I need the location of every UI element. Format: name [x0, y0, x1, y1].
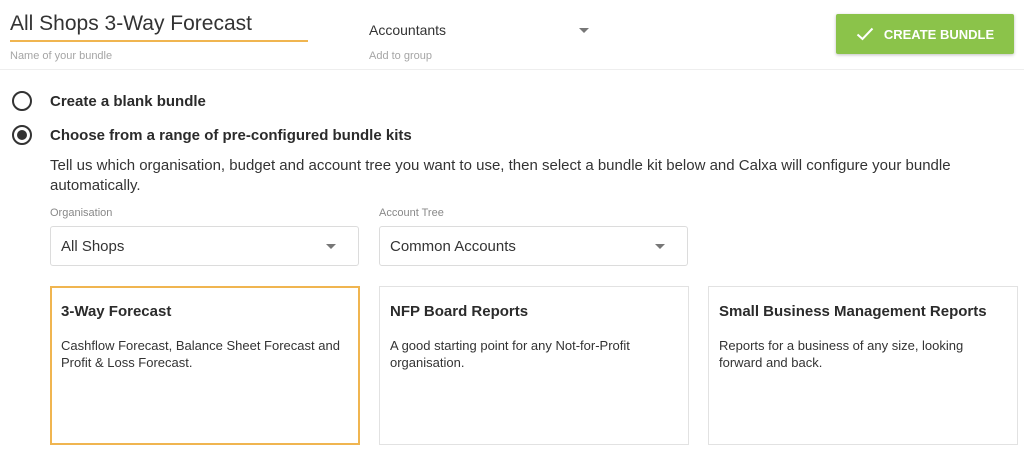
bundle-header: Name of your bundle Accountants Add to g…: [0, 0, 1024, 70]
account-tree-label: Account Tree: [379, 207, 444, 219]
organisation-label: Organisation: [50, 207, 113, 219]
kit-card-description: Cashflow Forecast, Balance Sheet Forecas…: [61, 338, 340, 370]
option-blank-bundle[interactable]: Create a blank bundle: [12, 91, 206, 111]
chevron-down-icon: [579, 27, 589, 33]
account-tree-value: Common Accounts: [390, 237, 516, 255]
create-bundle-label: CREATE BUNDLE: [883, 26, 995, 42]
group-field: Accountants Add to group: [369, 20, 589, 62]
create-bundle-button[interactable]: CREATE BUNDLE: [836, 14, 1014, 54]
chevron-down-icon: [655, 243, 665, 249]
bundle-name-group: Name of your bundle: [10, 10, 308, 62]
option-bundle-kits-label: Choose from a range of pre-configured bu…: [50, 126, 412, 144]
group-label: Add to group: [369, 50, 432, 62]
bundle-name-label: Name of your bundle: [10, 50, 113, 62]
kit-card-nfp-board-reports[interactable]: NFP Board Reports A good starting point …: [379, 286, 689, 445]
organisation-select[interactable]: All Shops: [50, 226, 359, 266]
chevron-down-icon: [326, 243, 336, 249]
kit-card-description: A good starting point for any Not-for-Pr…: [390, 338, 630, 370]
kit-description: Tell us which organisation, budget and a…: [50, 157, 951, 194]
bundle-name-input[interactable]: [10, 10, 308, 42]
account-tree-select[interactable]: Common Accounts: [379, 226, 688, 266]
radio-bundle-kits[interactable]: [12, 125, 32, 145]
group-select-value: Accountants: [369, 22, 447, 38]
kit-card-title: NFP Board Reports: [390, 303, 529, 320]
kit-card-title: Small Business Management Reports: [719, 303, 987, 320]
kit-card-description: Reports for a business of any size, look…: [719, 338, 964, 370]
organisation-value: All Shops: [61, 237, 125, 255]
kit-card-3-way-forecast[interactable]: 3-Way Forecast Cashflow Forecast, Balanc…: [50, 286, 360, 445]
group-select[interactable]: Accountants: [369, 20, 589, 40]
kit-card-title: 3-Way Forecast: [61, 303, 172, 320]
kit-card-small-business-reports[interactable]: Small Business Management Reports Report…: [708, 286, 1018, 445]
radio-blank-bundle[interactable]: [12, 91, 32, 111]
option-blank-bundle-label: Create a blank bundle: [50, 92, 206, 110]
checkmark-icon: [856, 27, 874, 41]
option-bundle-kits[interactable]: Choose from a range of pre-configured bu…: [12, 125, 412, 145]
